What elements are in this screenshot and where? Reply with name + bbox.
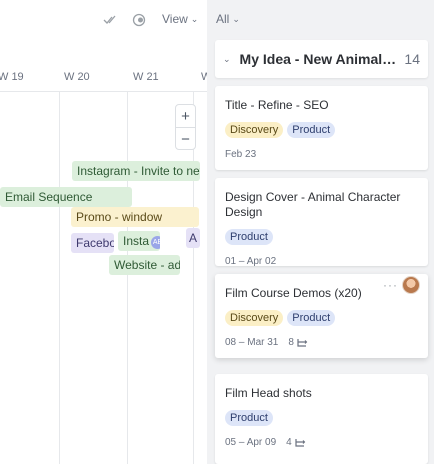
grid-line	[127, 92, 128, 464]
tag-list: Discovery Product	[225, 310, 418, 326]
card-meta: Feb 23	[225, 149, 418, 160]
chevron-down-icon[interactable]: ⌄	[223, 54, 231, 65]
timeline-bar[interactable]: Website - add	[109, 255, 180, 275]
card-meta: 08 – Mar 31 8	[225, 337, 418, 348]
double-check-icon[interactable]	[102, 12, 118, 28]
filter-label: All	[216, 12, 230, 26]
timeline-bar[interactable]: A	[186, 228, 200, 248]
card-title: Film Head shots	[225, 386, 312, 400]
filter-dropdown[interactable]: All ⌄	[216, 12, 240, 26]
view-label: View	[162, 12, 188, 26]
zoom-in-button[interactable]: +	[176, 105, 195, 127]
timeline-toolbar: View ⌄	[0, 0, 207, 40]
week-header: W 19 W 20 W 21 W	[0, 40, 207, 92]
tag-list: Discovery Product	[225, 122, 418, 138]
timeline-panel: View ⌄ W 19 W 20 W 21 W + − Instagram - …	[0, 0, 207, 464]
view-dropdown[interactable]: View ⌄	[162, 12, 198, 26]
card-title: Design Cover - Animal Character Design	[225, 190, 401, 219]
avatar[interactable]	[402, 276, 420, 294]
board-column: All ⌄ ⌄ My Idea - New Animal Charac... 1…	[207, 0, 434, 464]
tag-list: Product	[225, 410, 418, 426]
tag-discovery: Discovery	[225, 122, 284, 138]
tag-product: Product	[225, 229, 273, 245]
more-options-icon[interactable]: ···	[383, 278, 398, 292]
timeline-bar[interactable]: Facebo	[71, 233, 114, 253]
card[interactable]: Design Cover - Animal Character Design P…	[215, 178, 428, 267]
week-label: W 20	[64, 71, 90, 83]
subtask-count-value: 8	[288, 337, 294, 348]
tag-product: Product	[287, 122, 336, 138]
card-date: 05 – Apr 09	[225, 437, 277, 448]
card-date: 08 – Mar 31	[225, 337, 279, 348]
chevron-down-icon: ⌄	[190, 13, 199, 24]
card-meta: 01 – Apr 02	[225, 256, 418, 267]
card[interactable]: Title - Refine - SEO Discovery Product F…	[215, 86, 428, 170]
card[interactable]: ··· Film Course Demos (x20) Discovery Pr…	[215, 274, 428, 358]
tag-list: Product	[225, 229, 418, 245]
chevron-down-icon: ⌄	[232, 13, 240, 24]
column-header[interactable]: ⌄ My Idea - New Animal Charac... 14	[215, 40, 428, 78]
subtask-count: 4	[286, 437, 306, 448]
tag-discovery: Discovery	[225, 310, 284, 326]
avatar: AB	[151, 236, 160, 249]
zoom-out-button[interactable]: −	[176, 128, 195, 150]
week-label: W 21	[133, 71, 159, 83]
week-label: W 19	[0, 71, 24, 83]
tag-product: Product	[287, 310, 336, 326]
card-title: Title - Refine - SEO	[225, 98, 329, 112]
timeline-bar[interactable]: Insta AB	[118, 231, 160, 251]
card-count: 14	[404, 51, 420, 67]
card-meta: 05 – Apr 09 4	[225, 437, 418, 448]
timeline-bar-label: Insta	[123, 234, 150, 248]
card[interactable]: Film Head shots Product 05 – Apr 09 4	[215, 374, 428, 464]
card-date: Feb 23	[225, 149, 257, 160]
subtask-icon	[295, 438, 305, 447]
subtask-icon	[297, 338, 308, 347]
grid-line	[59, 92, 60, 464]
timeline-bar[interactable]: Promo - window	[71, 207, 199, 227]
timeline-bar[interactable]: Instagram - Invite to new C	[72, 161, 200, 181]
toggle-icon[interactable]	[131, 12, 147, 28]
subtask-count-value: 4	[286, 437, 292, 448]
card-date: 01 – Apr 02	[225, 256, 277, 267]
zoom-control: + −	[175, 104, 196, 150]
column-title: My Idea - New Animal Charac...	[239, 51, 399, 67]
tag-product: Product	[225, 410, 273, 426]
subtask-count: 8	[288, 337, 308, 348]
timeline-bar[interactable]: Email Sequence	[0, 187, 132, 207]
